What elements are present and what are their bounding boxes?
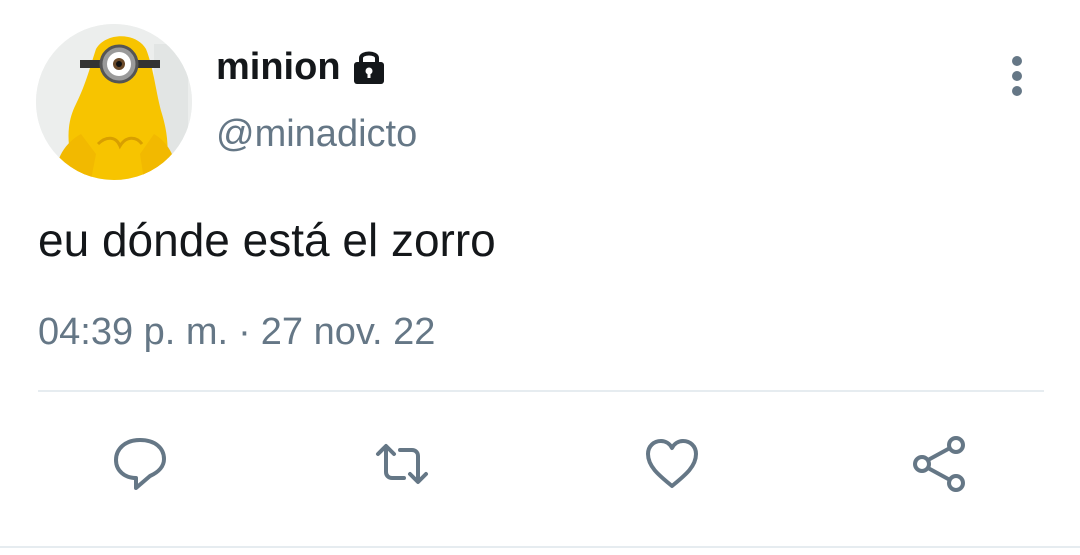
reply-button[interactable] bbox=[108, 432, 172, 496]
vertical-ellipsis-icon[interactable] bbox=[1000, 52, 1034, 100]
display-name-row[interactable]: minion bbox=[216, 44, 389, 90]
display-name[interactable]: minion bbox=[216, 44, 341, 90]
tweet-timestamp[interactable]: 04:39 p. m. · 27 nov. 22 bbox=[38, 309, 435, 355]
user-handle[interactable]: @minadicto bbox=[216, 111, 417, 157]
heart-icon bbox=[646, 439, 698, 488]
share-icon bbox=[913, 436, 965, 492]
minion-avatar-image bbox=[36, 24, 192, 180]
tweet-card: minion @minadicto eu dónde está el zorro… bbox=[0, 0, 1080, 555]
share-button[interactable] bbox=[908, 432, 972, 496]
avatar[interactable] bbox=[36, 24, 192, 180]
bottom-divider bbox=[0, 546, 1080, 548]
tweet-time[interactable]: 04:39 p. m. bbox=[38, 311, 228, 353]
tweet-text: eu dónde está el zorro bbox=[38, 214, 496, 266]
lock-icon bbox=[349, 47, 389, 87]
meta-separator: · bbox=[238, 311, 251, 353]
retweet-icon bbox=[376, 444, 428, 484]
like-button[interactable] bbox=[640, 432, 704, 496]
speech-bubble-icon bbox=[114, 438, 166, 490]
retweet-button[interactable] bbox=[370, 432, 434, 496]
divider bbox=[38, 390, 1044, 392]
tweet-date[interactable]: 27 nov. 22 bbox=[261, 311, 436, 353]
